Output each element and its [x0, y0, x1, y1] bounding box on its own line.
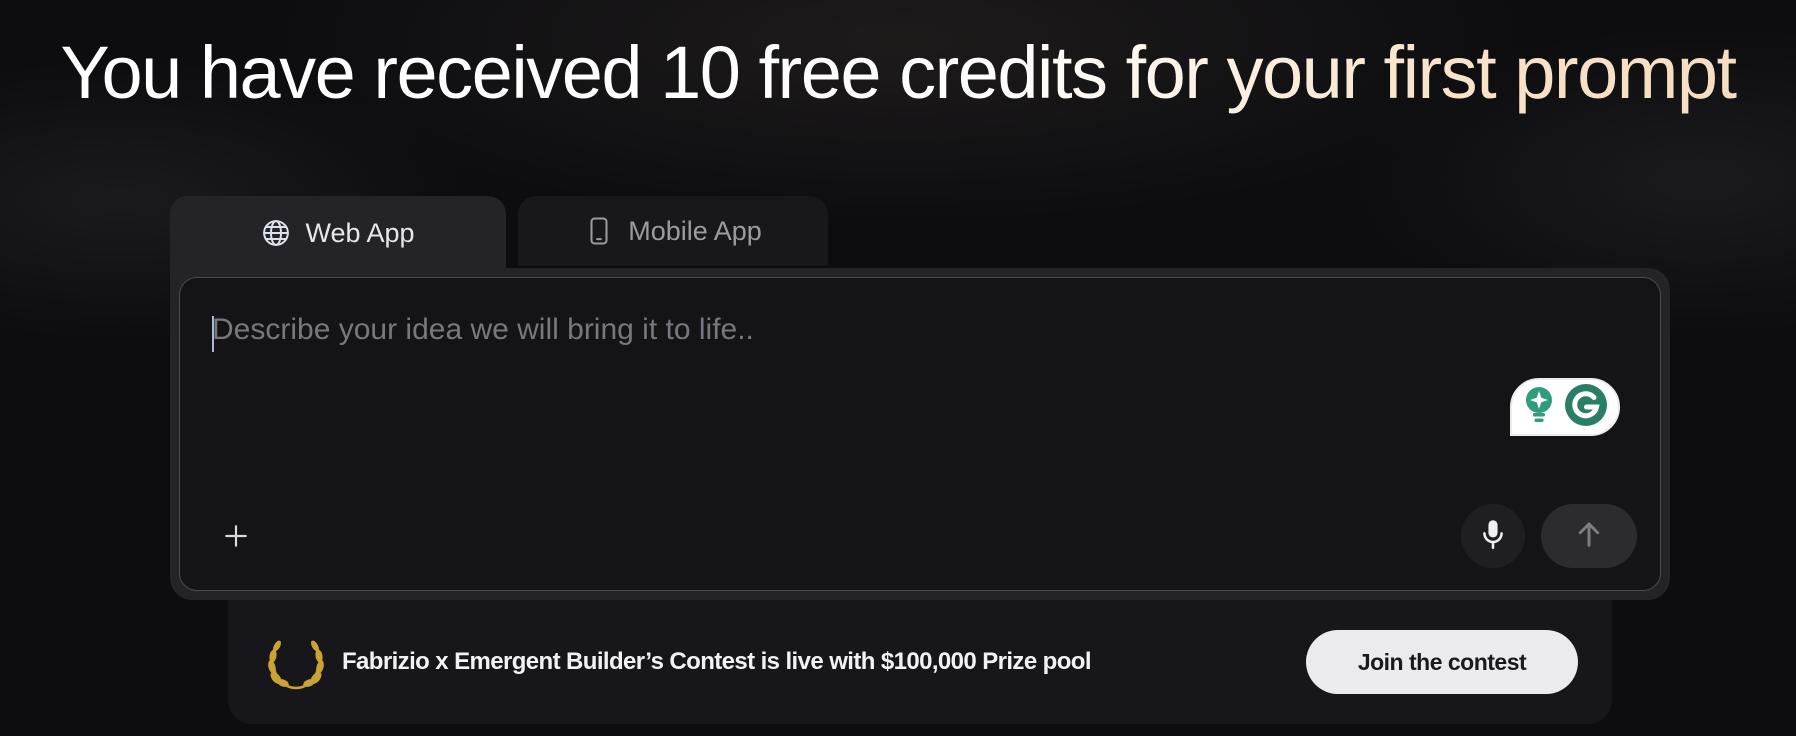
attach-button[interactable] — [216, 518, 256, 558]
prompt-input[interactable] — [212, 310, 1512, 390]
tab-mobile-app-label: Mobile App — [628, 215, 762, 246]
app-type-tabs: Web App Mobile App — [170, 196, 828, 270]
text-caret — [212, 316, 214, 352]
tab-web-app-label: Web App — [305, 217, 415, 248]
arrow-up-icon — [1574, 519, 1604, 554]
laurel-wreath-icon — [266, 636, 326, 692]
tab-web-app[interactable]: Web App — [170, 196, 506, 270]
tab-mobile-app[interactable]: Mobile App — [518, 196, 828, 266]
microphone-icon — [1479, 518, 1507, 555]
page: You have received 10 free credits for yo… — [0, 0, 1796, 736]
grammarly-logo-icon[interactable] — [1563, 382, 1609, 433]
contest-announcement: Fabrizio x Emergent Builder’s Contest is… — [342, 648, 1092, 675]
join-contest-button[interactable]: Join the contest — [1306, 630, 1578, 694]
grammarly-widget[interactable] — [1510, 378, 1620, 436]
lightbulb-icon[interactable] — [1522, 385, 1556, 430]
plus-icon — [223, 523, 249, 554]
send-button[interactable] — [1541, 504, 1637, 568]
contest-banner: Fabrizio x Emergent Builder’s Contest is… — [228, 600, 1612, 724]
globe-icon — [261, 218, 291, 248]
microphone-button[interactable] — [1461, 504, 1525, 568]
prompt-box — [179, 277, 1661, 591]
prompt-panel — [170, 268, 1670, 600]
smartphone-icon — [584, 216, 614, 246]
headline: You have received 10 free credits for yo… — [0, 28, 1796, 118]
